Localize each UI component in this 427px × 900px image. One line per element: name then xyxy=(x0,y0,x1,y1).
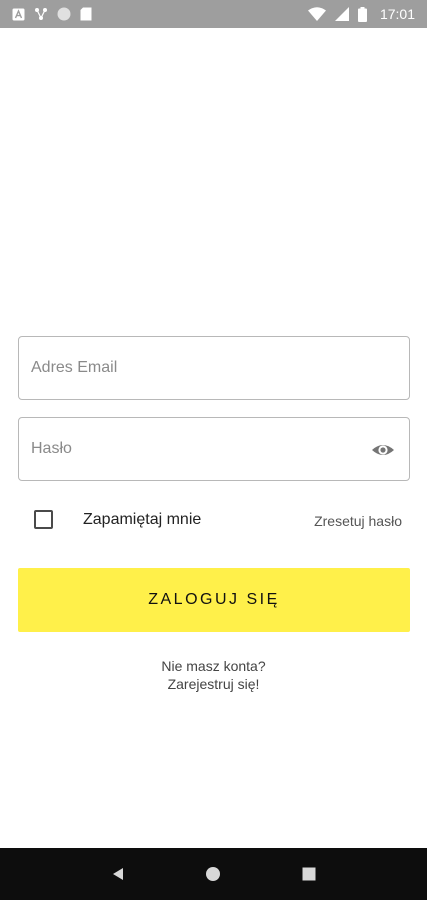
eye-icon[interactable] xyxy=(371,439,395,461)
status-left-icons xyxy=(12,7,92,21)
navigation-bar xyxy=(0,848,427,900)
battery-icon xyxy=(357,6,367,22)
circle-icon xyxy=(57,7,71,21)
login-button-label: ZALOGUJ SIĘ xyxy=(148,591,280,608)
register-prompt: Nie masz konta? xyxy=(161,658,266,674)
login-button[interactable]: ZALOGUJ SIĘ xyxy=(18,568,410,632)
password-field[interactable] xyxy=(18,417,410,481)
reset-password-link[interactable]: Zresetuj hasło xyxy=(314,513,402,529)
nodes-icon xyxy=(34,7,48,21)
remember-label[interactable]: Zapamiętaj mnie xyxy=(83,511,201,529)
register-action[interactable]: Zarejestruj się! xyxy=(0,675,427,693)
password-input[interactable] xyxy=(31,440,397,458)
email-input[interactable] xyxy=(31,359,397,377)
status-time: 17:01 xyxy=(379,6,415,22)
back-icon[interactable] xyxy=(106,862,130,886)
cell-signal-icon xyxy=(334,7,349,21)
register-link[interactable]: Nie masz konta? Zarejestruj się! xyxy=(0,657,427,693)
remember-row: Zapamiętaj mnie Zresetuj hasło xyxy=(34,509,402,531)
email-field[interactable] xyxy=(18,336,410,400)
home-icon[interactable] xyxy=(201,862,225,886)
status-right-icons: 17:01 xyxy=(307,6,415,22)
a-box-icon xyxy=(12,8,25,21)
login-screen: 17:01 Zapamiętaj mnie Zresetuj hasło ZAL… xyxy=(0,0,427,900)
wifi-icon xyxy=(307,7,326,21)
sd-card-icon xyxy=(80,7,92,21)
status-bar: 17:01 xyxy=(0,0,427,28)
recents-icon[interactable] xyxy=(297,862,321,886)
remember-checkbox[interactable] xyxy=(34,510,53,529)
